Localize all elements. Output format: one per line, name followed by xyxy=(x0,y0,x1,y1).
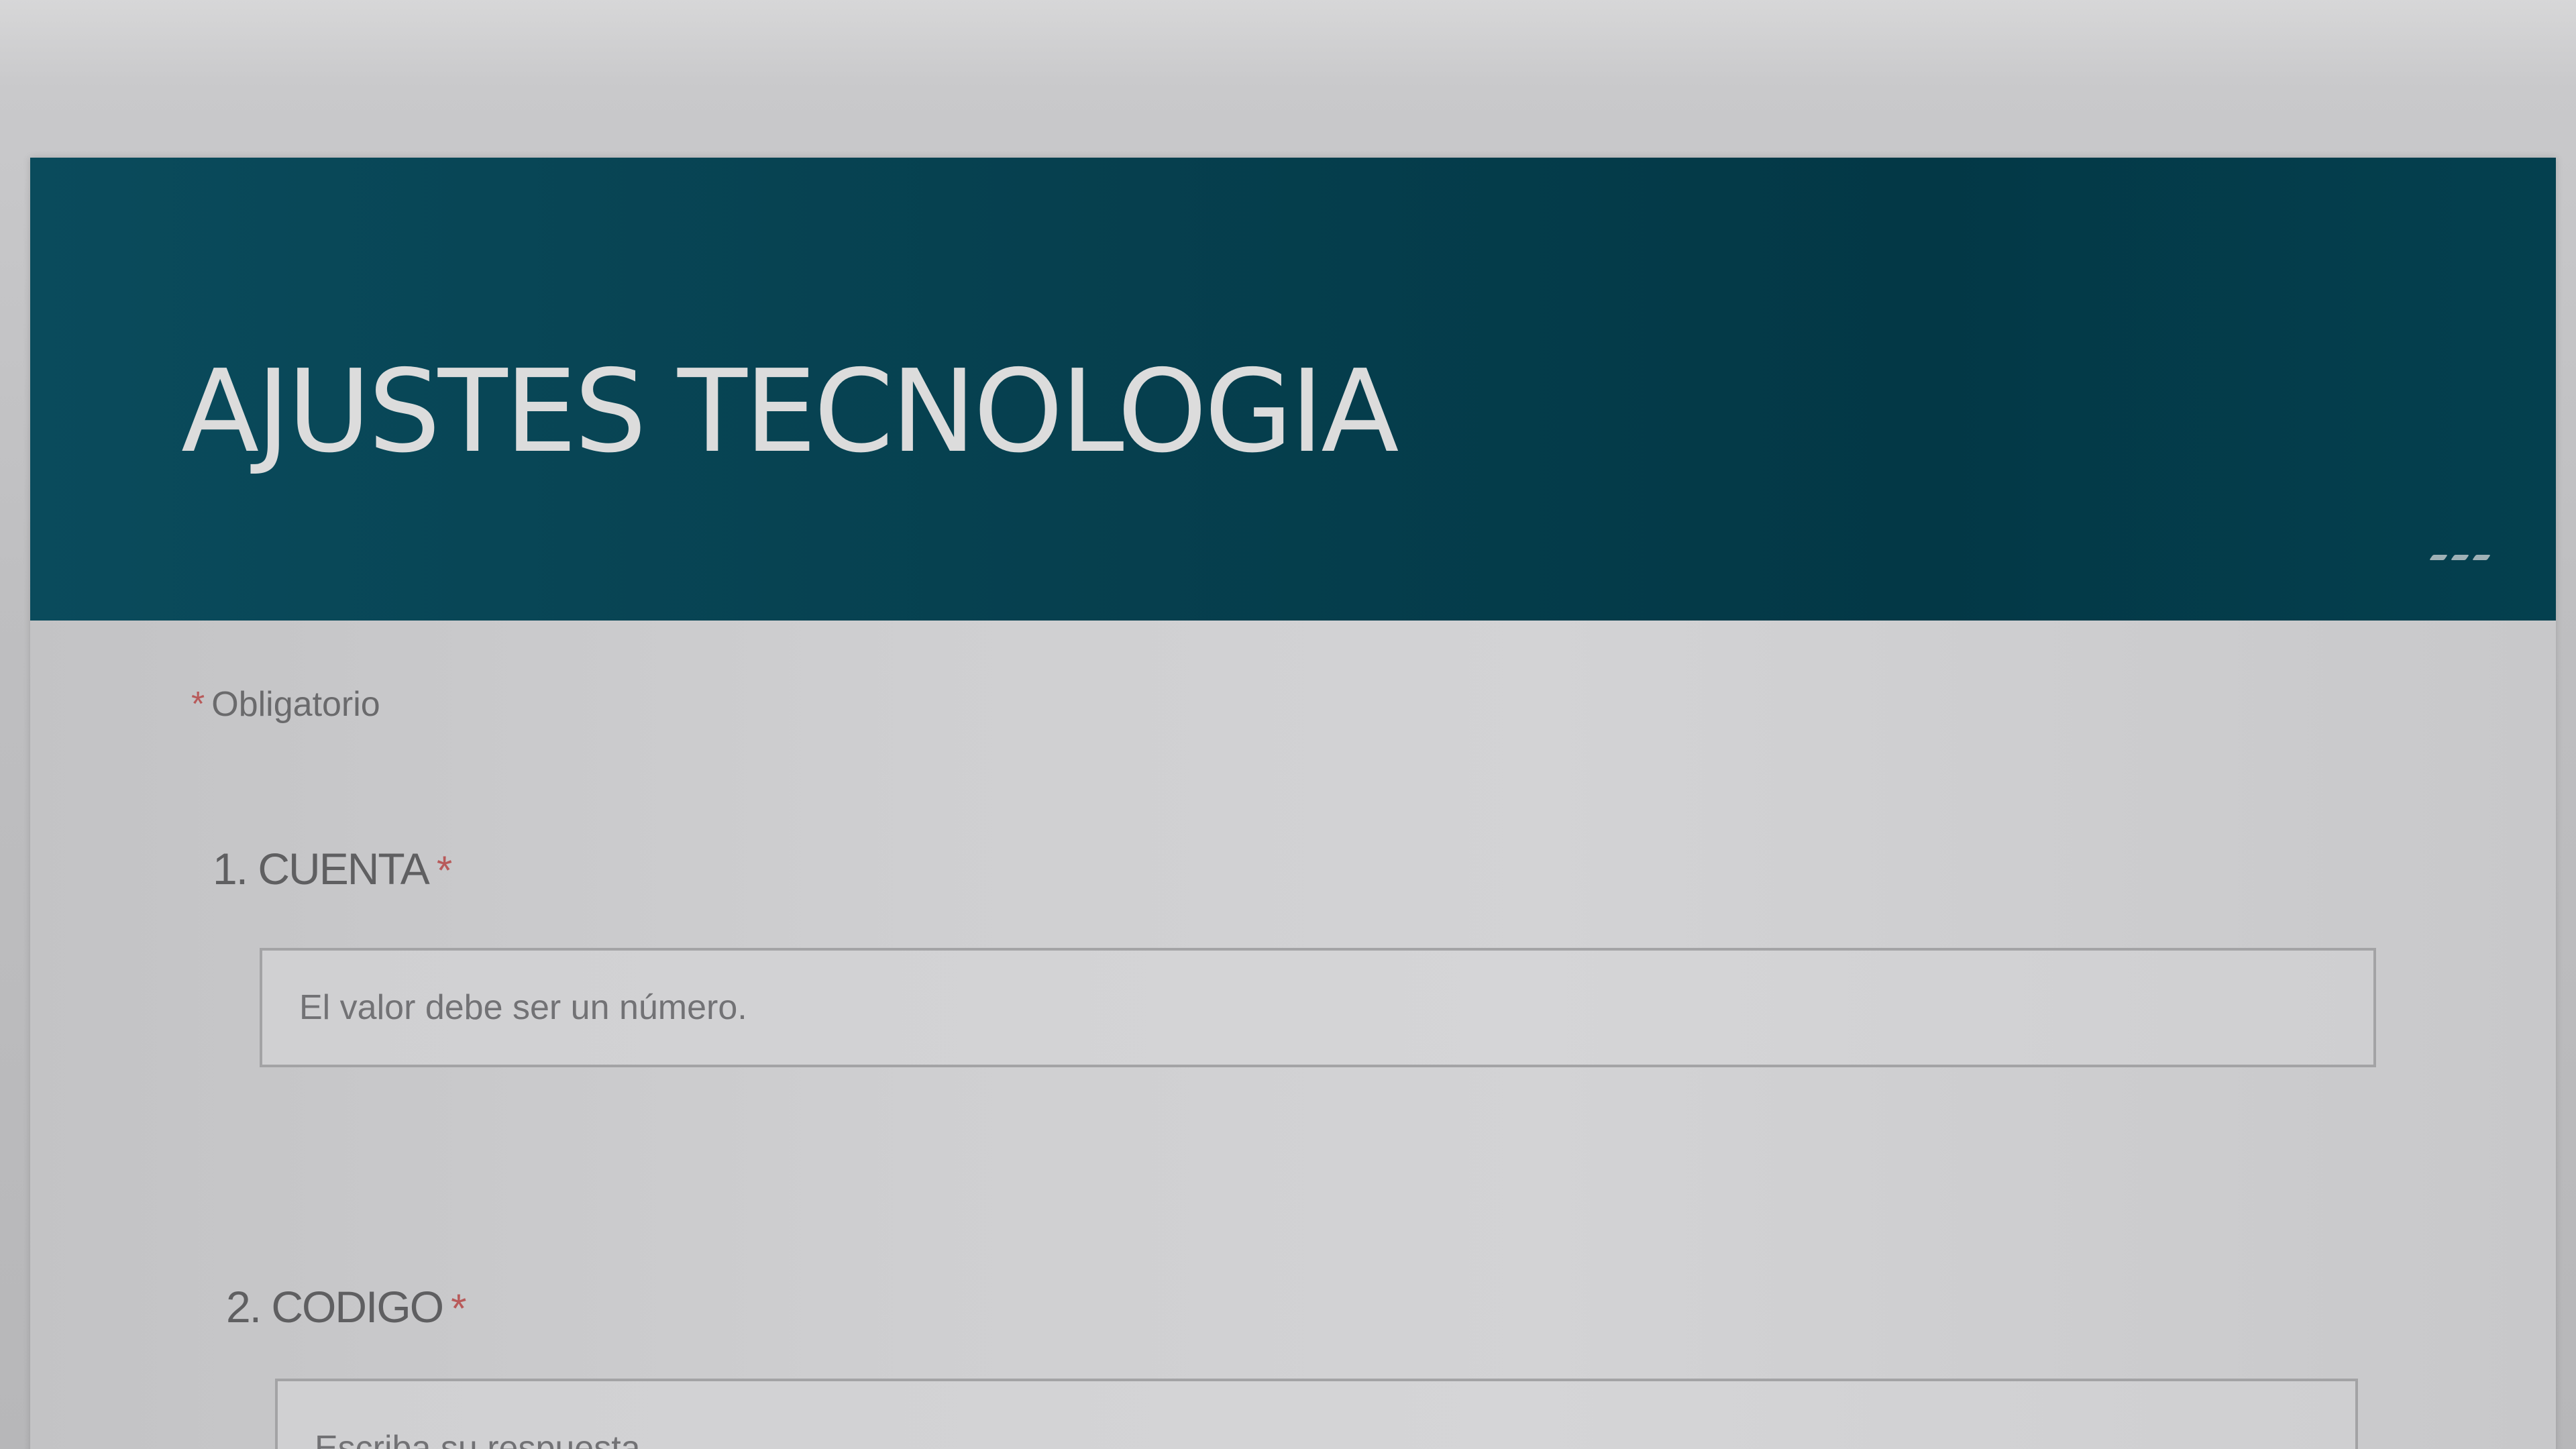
more-dots-icon[interactable] xyxy=(2429,555,2491,560)
question-label: 1. CUENTA * xyxy=(213,843,452,894)
form-title: AJUSTES TECNOLOGIA xyxy=(181,345,1399,478)
required-asterisk: * xyxy=(451,1286,466,1331)
codigo-answer-input[interactable]: Escriba su respuesta xyxy=(275,1379,2358,1449)
form-banner: AJUSTES TECNOLOGIA xyxy=(30,158,2556,621)
answer-placeholder: Escriba su respuesta xyxy=(315,1429,641,1449)
required-note-text: Obligatorio xyxy=(211,685,380,724)
question-label-text: 1. CUENTA xyxy=(213,844,430,894)
form-card: AJUSTES TECNOLOGIA * Obligatorio 1. CUENT… xyxy=(30,158,2556,1449)
cuenta-answer-input[interactable]: El valor debe ser un número. xyxy=(260,948,2376,1067)
required-note: * Obligatorio xyxy=(191,684,380,724)
required-asterisk: * xyxy=(191,685,205,724)
required-asterisk: * xyxy=(436,848,452,893)
answer-placeholder: El valor debe ser un número. xyxy=(299,988,747,1027)
screen: AJUSTES TECNOLOGIA * Obligatorio 1. CUENT… xyxy=(0,0,2576,1449)
question-label-text: 2. CODIGO xyxy=(226,1282,444,1332)
question-label: 2. CODIGO * xyxy=(226,1281,466,1332)
